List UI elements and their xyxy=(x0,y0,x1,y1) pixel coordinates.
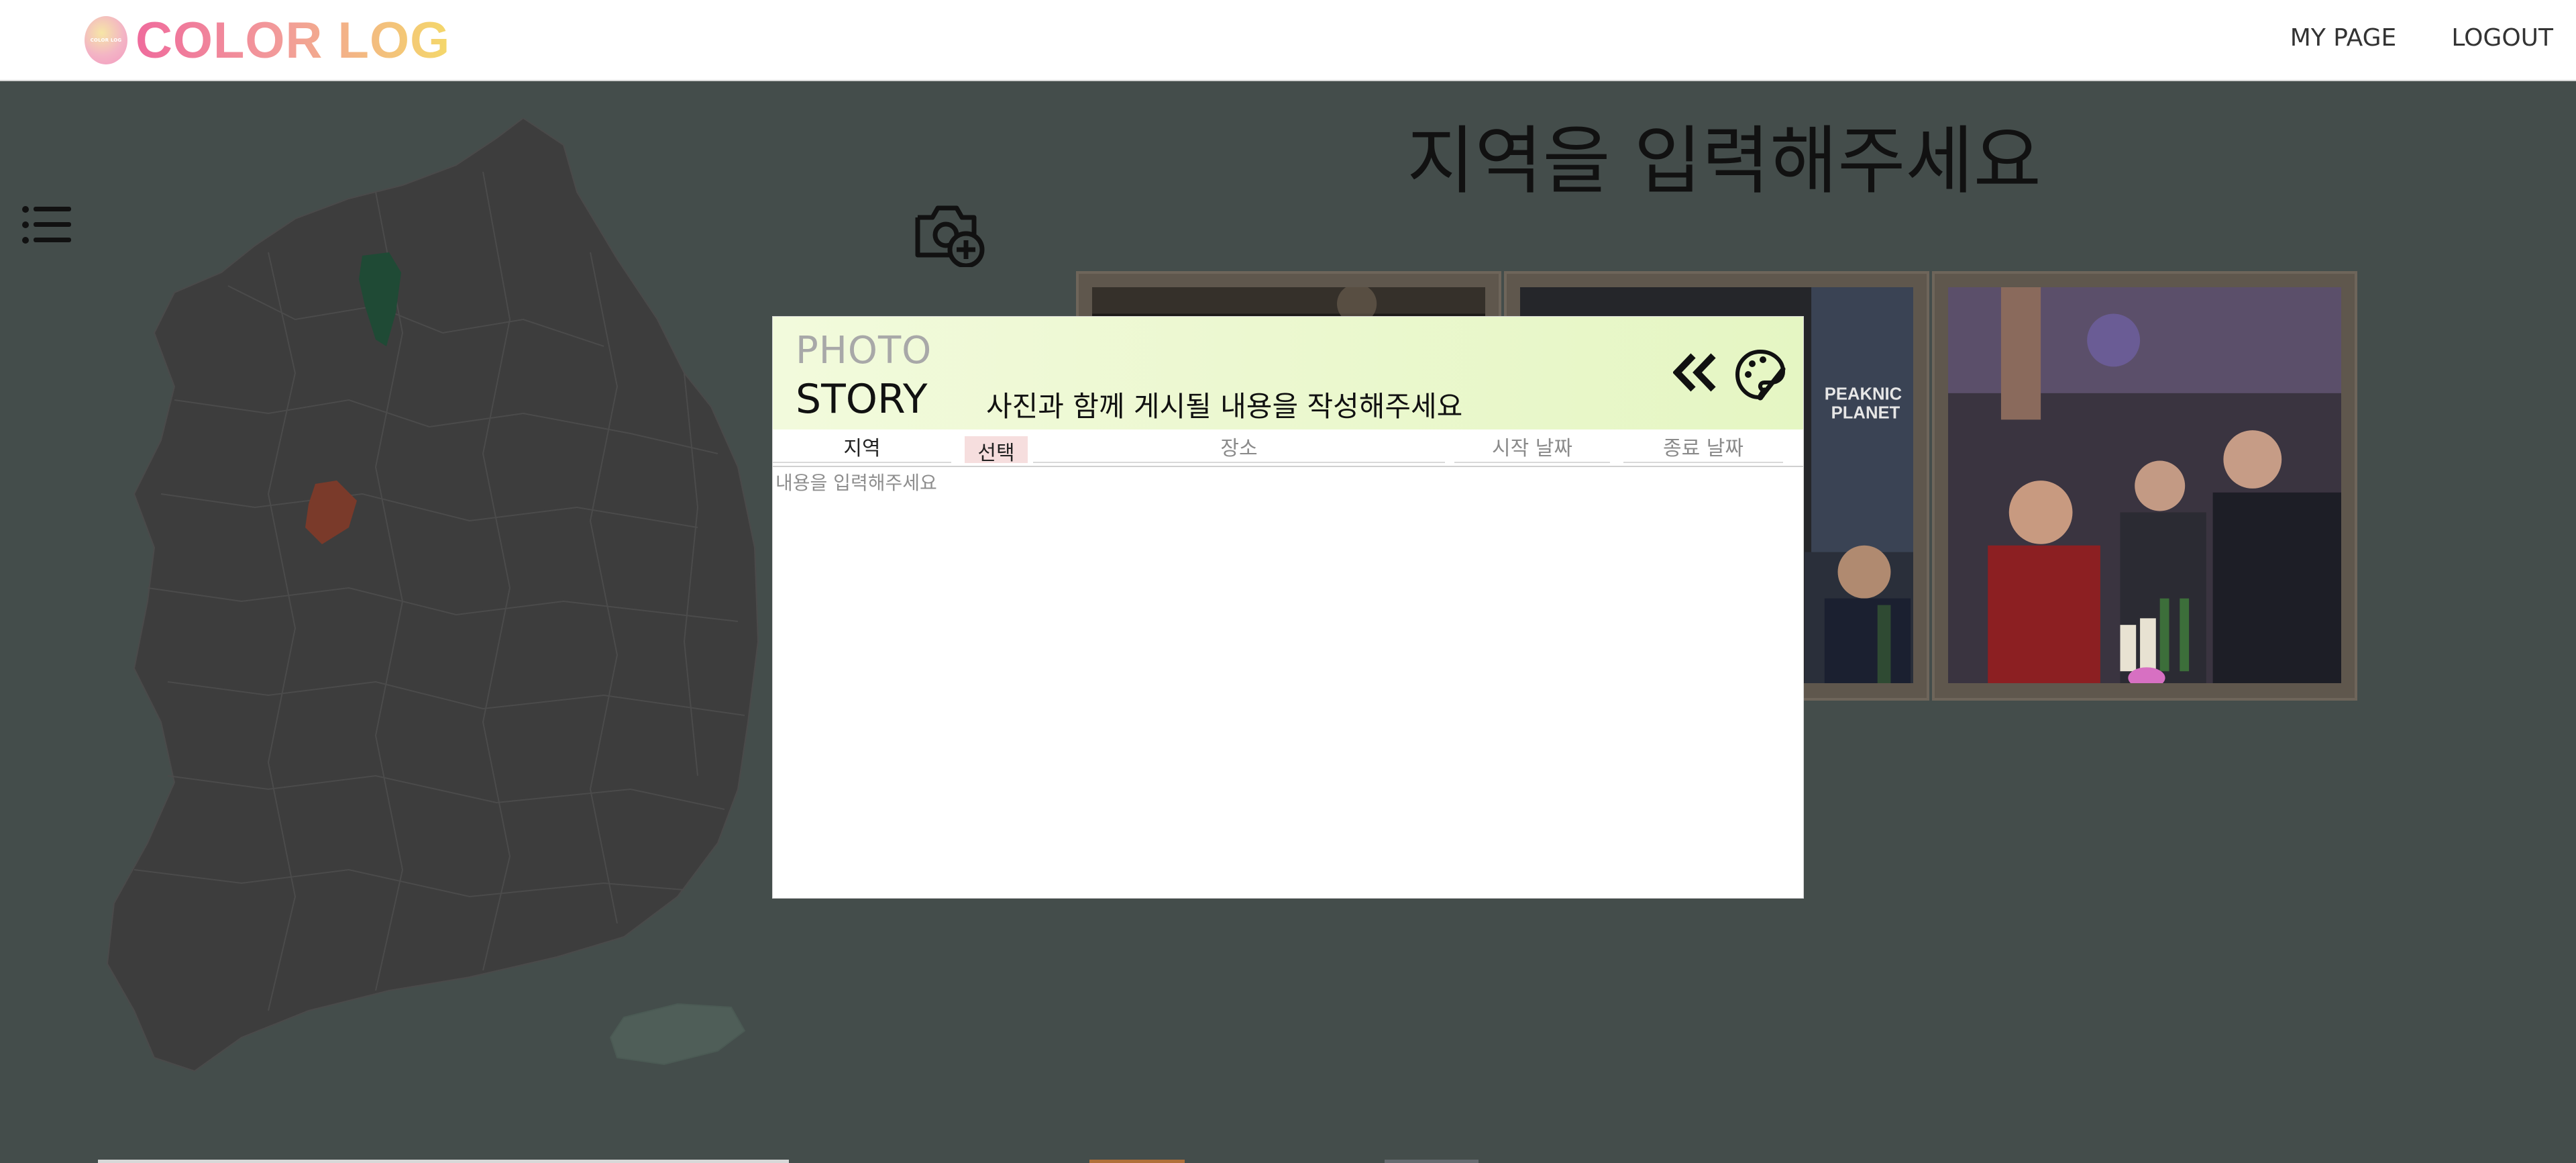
modal-hint-text: 사진과 함께 게시될 내용을 작성해주세요 xyxy=(986,390,1463,423)
story-content-textarea[interactable] xyxy=(773,467,1803,898)
start-date-input[interactable]: 시작 날짜 xyxy=(1454,435,1610,463)
logout-link[interactable]: LOGOUT xyxy=(2451,24,2553,52)
photo-sign-line-1: PEAKNIC xyxy=(1825,385,1902,404)
logo-text: COLOR LOG xyxy=(136,11,451,69)
region-select-button[interactable]: 선택 xyxy=(965,436,1028,465)
bottom-strip-marker xyxy=(1385,1160,1479,1163)
top-header: COLOR LOG COLOR LOG MY PAGE LOGOUT xyxy=(0,0,2576,81)
modal-field-row: 지역 선택 장소 시작 날짜 종료 날짜 xyxy=(773,435,1803,465)
photo-image xyxy=(1948,287,2341,683)
modal-header: PHOTO STORY 사진과 함께 게시될 내용을 작성해주세요 xyxy=(773,317,1803,429)
end-date-input[interactable]: 종료 날짜 xyxy=(1623,435,1783,463)
modal-label-story: STORY xyxy=(796,376,928,423)
place-input[interactable]: 장소 xyxy=(1033,435,1445,463)
photo-sign-line-2: PLANET xyxy=(1831,403,1900,422)
region-field[interactable]: 지역 xyxy=(773,435,951,463)
double-chevron-left-icon[interactable] xyxy=(1672,352,1719,393)
horizontal-scrollbar[interactable] xyxy=(98,1160,789,1163)
add-photo-camera-icon[interactable] xyxy=(912,199,986,268)
logo-mark-text: COLOR LOG xyxy=(90,38,122,43)
photo-story-modal: PHOTO STORY 사진과 함께 게시될 내용을 작성해주세요 지역 선택 … xyxy=(773,317,1803,898)
page-title: 지역을 입력해주세요 xyxy=(1407,118,2041,204)
logo-mark-icon: COLOR LOG xyxy=(85,16,127,64)
menu-list-icon[interactable] xyxy=(20,201,74,248)
photo-card[interactable] xyxy=(1932,271,2357,701)
korea-region-map[interactable] xyxy=(94,118,765,1105)
palette-icon[interactable] xyxy=(1733,348,1787,401)
top-nav: MY PAGE LOGOUT xyxy=(2290,24,2553,52)
bottom-strip-accent xyxy=(1089,1160,1185,1163)
modal-label-photo: PHOTO xyxy=(796,329,932,372)
my-page-link[interactable]: MY PAGE xyxy=(2290,24,2397,52)
map-region-jeju xyxy=(609,1003,746,1066)
logo[interactable]: COLOR LOG COLOR LOG xyxy=(85,11,451,69)
